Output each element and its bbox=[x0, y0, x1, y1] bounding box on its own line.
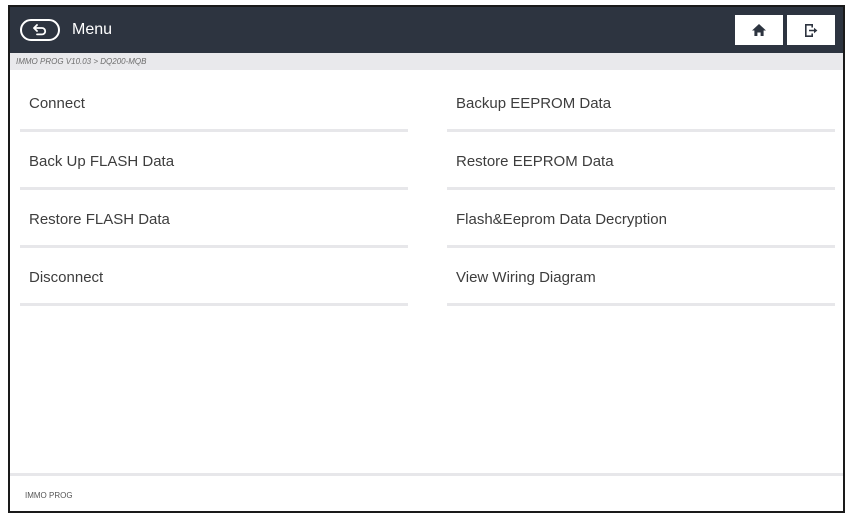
menu-item-restore-flash-data[interactable]: Restore FLASH Data bbox=[20, 190, 408, 248]
menu-grid: Connect Backup EEPROM Data Back Up FLASH… bbox=[20, 74, 835, 306]
top-actions bbox=[735, 15, 835, 45]
menu-item-view-wiring-diagram[interactable]: View Wiring Diagram bbox=[447, 248, 835, 306]
menu-item-disconnect[interactable]: Disconnect bbox=[20, 248, 408, 306]
menu-item-flash-eeprom-decryption[interactable]: Flash&Eeprom Data Decryption bbox=[447, 190, 835, 248]
app-window: Menu IMMO PROG V10.03 > DQ200-MQB Connec… bbox=[8, 5, 845, 513]
home-icon bbox=[752, 24, 766, 36]
breadcrumb: IMMO PROG V10.03 > DQ200-MQB bbox=[10, 53, 843, 70]
exit-button[interactable] bbox=[787, 15, 835, 45]
home-button[interactable] bbox=[735, 15, 783, 45]
menu-item-back-up-flash-data[interactable]: Back Up FLASH Data bbox=[20, 132, 408, 190]
exit-icon bbox=[805, 23, 818, 37]
page-title: Menu bbox=[72, 21, 113, 38]
menu-item-restore-eeprom-data[interactable]: Restore EEPROM Data bbox=[447, 132, 835, 190]
menu-item-backup-eeprom-data[interactable]: Backup EEPROM Data bbox=[447, 74, 835, 132]
menu-item-connect[interactable]: Connect bbox=[20, 74, 408, 132]
footer-label: IMMO PROG bbox=[25, 491, 73, 500]
footer-divider bbox=[10, 473, 843, 476]
top-bar: Menu bbox=[10, 7, 843, 53]
back-arrow-icon bbox=[33, 24, 47, 36]
back-button[interactable] bbox=[20, 19, 60, 41]
